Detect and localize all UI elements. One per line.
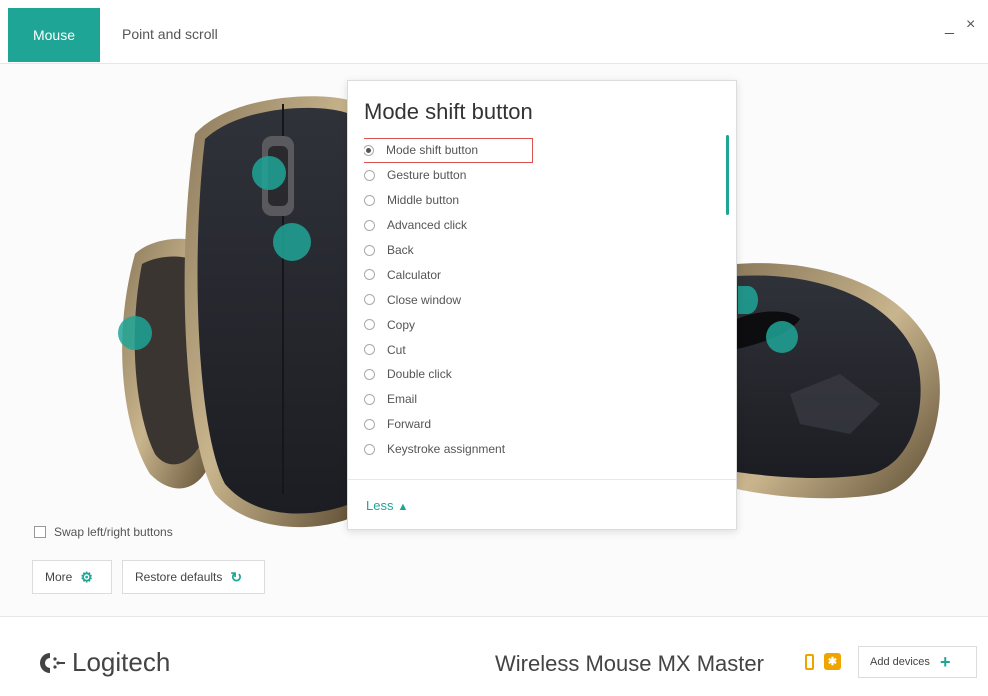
action-option[interactable]: Calculator (364, 262, 704, 287)
action-option-label: Gesture button (387, 168, 467, 183)
restore-defaults-label: Restore defaults (135, 570, 223, 584)
hotspot-side-front[interactable] (738, 286, 758, 314)
action-option-list[interactable]: Mode shift button Gesture button Middle bu… (364, 138, 704, 468)
logitech-logo-icon (40, 652, 65, 673)
action-option-label: Calculator (387, 267, 442, 282)
action-option[interactable]: Forward (364, 412, 704, 437)
radio-button[interactable] (364, 219, 375, 231)
swap-buttons-label: Swap left/right buttons (54, 525, 173, 539)
swap-buttons-checkbox[interactable] (34, 526, 46, 538)
action-option-label: Double click (387, 367, 452, 382)
action-option-label: Middle button (387, 193, 460, 208)
radio-button[interactable] (364, 269, 375, 281)
option-list-scrollbar[interactable] (726, 135, 729, 215)
panel-title: Mode shift button (364, 99, 533, 124)
device-name: Wireless Mouse MX Master (495, 651, 764, 676)
action-option[interactable]: Launch application (364, 462, 704, 468)
more-button[interactable]: More ⚙ (32, 560, 112, 594)
add-devices-button[interactable]: Add devices + (858, 646, 977, 678)
action-option[interactable]: Copy (364, 312, 704, 337)
action-option-label: Launch application (387, 467, 487, 468)
action-option-label: Back (387, 243, 414, 257)
radio-button[interactable] (364, 194, 375, 206)
panel-footer: Less ▲ (348, 479, 736, 529)
action-option[interactable]: Email (364, 387, 704, 412)
action-option-label: Cut (387, 342, 406, 357)
action-option[interactable]: Double click (364, 362, 704, 387)
action-option-label: Advanced click (387, 218, 468, 233)
action-option[interactable]: Close window (364, 287, 704, 312)
radio-button[interactable] (364, 319, 375, 331)
close-button[interactable]: × (966, 16, 975, 34)
action-option[interactable]: Advanced click (364, 213, 704, 238)
radio-button[interactable] (364, 418, 375, 430)
less-label: Less (366, 498, 394, 513)
minimize-button[interactable]: _ (945, 18, 954, 36)
restore-defaults-button[interactable]: Restore defaults ↻ (122, 560, 265, 594)
chevron-up-icon: ▲ (397, 501, 409, 513)
action-option[interactable]: Gesture button (364, 163, 704, 188)
less-link[interactable]: Less ▲ (366, 498, 408, 513)
plus-icon: + (939, 651, 951, 672)
radio-button[interactable] (364, 443, 375, 455)
refresh-icon: ↻ (230, 568, 243, 585)
action-option-label: Email (387, 392, 418, 407)
action-option[interactable]: Keystroke assignment (364, 437, 704, 462)
radio-button[interactable] (364, 344, 375, 356)
battery-icon (805, 654, 814, 670)
swap-buttons-option: Swap left/right buttons (34, 525, 173, 539)
action-option-label: Mode shift button (386, 143, 479, 158)
radio-button[interactable] (364, 294, 375, 306)
logitech-brand: Logitech (36, 647, 170, 678)
gear-icon: ⚙ (80, 568, 93, 585)
radio-button[interactable] (364, 393, 375, 405)
action-option-label: Close window (387, 292, 462, 307)
action-option-label: Forward (387, 417, 432, 432)
top-bar: Mouse Point and scroll _ × (0, 0, 988, 64)
add-devices-label: Add devices (870, 656, 930, 668)
action-option[interactable]: Cut (364, 337, 704, 362)
hotspot-mode-shift[interactable] (273, 223, 311, 261)
radio-button[interactable] (364, 368, 375, 380)
action-option[interactable]: Back (364, 238, 704, 263)
hotspot-side-back[interactable] (766, 321, 798, 353)
action-option-label: Keystroke assignment (387, 442, 506, 457)
brand-name: Logitech (72, 647, 171, 677)
footer-bar: Logitech Wireless Mouse MX Master ✱ Add … (0, 616, 988, 696)
action-option-label: Copy (387, 317, 416, 332)
radio-button[interactable] (364, 169, 375, 181)
action-option[interactable]: Middle button (364, 188, 704, 213)
unifying-receiver-icon: ✱ (824, 653, 841, 670)
radio-button[interactable] (364, 144, 374, 156)
button-assignment-panel: Mode shift button Mode shift button Gestu… (347, 80, 737, 530)
tab-point-and-scroll[interactable]: Point and scroll (122, 26, 218, 42)
more-button-label: More (45, 570, 73, 584)
hotspot-thumbwheel[interactable] (252, 156, 286, 190)
tab-mouse[interactable]: Mouse (8, 8, 100, 62)
radio-button[interactable] (364, 244, 375, 256)
hotspot-thumb-rest[interactable] (118, 316, 152, 350)
tab-mouse-label: Mouse (32, 27, 76, 43)
option-selected[interactable]: Mode shift button (364, 138, 533, 163)
